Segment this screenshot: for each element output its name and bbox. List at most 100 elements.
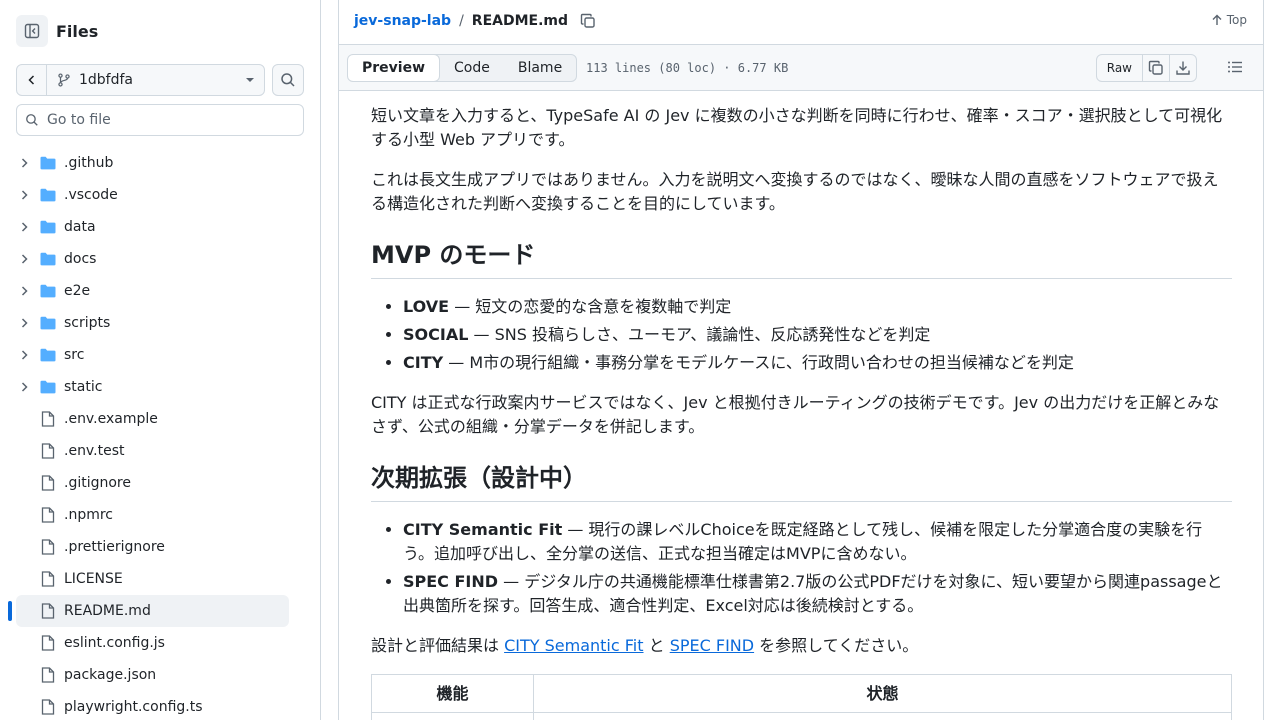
file-icon (40, 699, 56, 715)
breadcrumb-separator: / (459, 13, 464, 29)
chevron-right-icon[interactable] (16, 253, 32, 265)
folder-icon (40, 156, 56, 170)
sidebar-title: Files (56, 21, 99, 41)
tree-file[interactable]: .env.test (16, 435, 289, 467)
file-info: 113 lines (80 loc) · 6.77 KB (586, 61, 789, 75)
folder-icon (40, 252, 56, 266)
tree-file[interactable]: playwright.config.ts (16, 691, 289, 720)
tree-item-label: README.md (64, 603, 151, 619)
chevron-right-icon[interactable] (16, 285, 32, 297)
column-header-feature: 機能 (371, 674, 534, 713)
file-icon (40, 571, 56, 587)
tree-item-label: .gitignore (64, 475, 131, 491)
back-to-top-link[interactable]: Top (1211, 13, 1247, 27)
file-icon (40, 443, 56, 459)
tree-file[interactable]: .gitignore (16, 467, 289, 499)
download-icon (1176, 61, 1190, 75)
file-icon (40, 539, 56, 555)
modes-list: LOVE — 短文の恋愛的な含意を複数軸で判定 SOCIAL — SNS 投稿ら… (371, 295, 1232, 375)
go-to-file[interactable] (16, 104, 304, 136)
folder-icon (40, 348, 56, 362)
file-icon (40, 475, 56, 491)
top-label: Top (1226, 13, 1247, 27)
readme-content: 短い文章を入力すると、TypeSafe AI の Jev に複数の小さな判断を同… (371, 104, 1232, 720)
tree-item-label: e2e (64, 283, 91, 299)
list-item: LOVE — 短文の恋愛的な含意を複数軸で判定 (403, 295, 1232, 319)
file-icon (40, 507, 56, 523)
chevron-right-icon[interactable] (16, 317, 32, 329)
file-viewer: jev-snap-lab / README.md Top Preview Cod… (338, 0, 1264, 720)
tree-item-label: .env.test (64, 443, 125, 459)
tree-item-label: .npmrc (64, 507, 113, 523)
chevron-right-icon[interactable] (16, 221, 32, 233)
breadcrumb: jev-snap-lab / README.md (354, 11, 596, 31)
tree-folder[interactable]: .vscode (16, 179, 289, 211)
sidebar-collapse-icon (24, 23, 40, 39)
tree-item-label: .github (64, 155, 114, 171)
tree-file[interactable]: eslint.config.js (16, 627, 289, 659)
tree-folder[interactable]: .github (16, 147, 289, 179)
tree-item-label: scripts (64, 315, 111, 331)
file-actions: Raw (1095, 54, 1197, 82)
chevron-right-icon[interactable] (16, 349, 32, 361)
tree-item-label: eslint.config.js (64, 635, 165, 651)
list-item: CITY — M市の現行組織・事務分掌をモデルケースに、行政問い合わせの担当候補… (403, 351, 1232, 375)
tab-preview[interactable]: Preview (348, 55, 441, 81)
tree-folder[interactable]: static (16, 371, 289, 403)
tree-file-active[interactable]: README.md (8, 595, 289, 627)
back-button[interactable] (17, 65, 47, 95)
folder-icon (40, 284, 56, 298)
caret-down-icon (246, 78, 254, 82)
file-icon (40, 411, 56, 427)
branch-name[interactable]: 1dbfdfa (47, 72, 236, 88)
download-button[interactable] (1169, 55, 1196, 81)
outline-button[interactable] (1227, 59, 1243, 79)
tree-folder[interactable]: docs (16, 243, 289, 275)
breadcrumb-file: README.md (471, 13, 569, 29)
tree-folder[interactable]: e2e (16, 275, 289, 307)
intro-paragraph: 短い文章を入力すると、TypeSafe AI の Jev に複数の小さな判断を同… (371, 106, 1223, 149)
file-tree-sidebar: Files 1dbfdfa .github (0, 0, 321, 720)
city-note-paragraph: CITY は正式な行政案内サービスではなく、Jev と根拠付きルーティングの技術… (371, 393, 1220, 436)
tab-code[interactable]: Code (440, 55, 504, 81)
copy-icon (1148, 60, 1163, 75)
git-branch-icon (58, 73, 70, 87)
tree-folder[interactable]: scripts (16, 307, 289, 339)
view-mode-tabs: Preview Code Blame (347, 54, 578, 82)
spec-find-link[interactable]: SPEC FIND (670, 636, 754, 655)
tree-file[interactable]: .prettierignore (16, 531, 289, 563)
branch-selector[interactable]: 1dbfdfa (16, 64, 265, 96)
heading-mvp-modes: MVP のモード (371, 240, 1232, 279)
tree-file[interactable]: .npmrc (16, 499, 289, 531)
tree-item-label: src (64, 347, 85, 363)
tree-file[interactable]: .env.example (16, 403, 289, 435)
tree-folder[interactable]: data (16, 211, 289, 243)
arrow-up-icon (1212, 14, 1222, 25)
file-toolbar: Preview Code Blame 113 lines (80 loc) · … (339, 44, 1263, 91)
folder-icon (40, 380, 56, 394)
folder-icon (40, 188, 56, 202)
tree-file[interactable]: LICENSE (16, 563, 289, 595)
tree-file[interactable]: package.json (16, 659, 289, 691)
raw-button[interactable]: Raw (1097, 55, 1142, 81)
next-list: CITY Semantic Fit — 現行の課レベルChoiceを既定経路とし… (371, 518, 1232, 618)
breadcrumb-repo-link[interactable]: jev-snap-lab (354, 13, 451, 29)
file-tree: .github .vscode data docs e2e scripts sr… (8, 147, 289, 720)
copy-path-button[interactable] (580, 13, 596, 29)
chevron-right-icon[interactable] (16, 189, 32, 201)
tab-blame[interactable]: Blame (504, 55, 576, 81)
search-button[interactable] (272, 64, 304, 96)
chevron-right-icon[interactable] (16, 157, 32, 169)
table-header-row: 機能 状態 (371, 674, 1232, 713)
heading-next-expansion: 次期拡張（設計中） (371, 463, 1232, 502)
tree-folder[interactable]: src (16, 339, 289, 371)
folder-icon (40, 316, 56, 330)
copy-raw-button[interactable] (1142, 55, 1169, 81)
city-semantic-fit-link[interactable]: CITY Semantic Fit (504, 636, 643, 655)
list-item: CITY Semantic Fit — 現行の課レベルChoiceを既定経路とし… (403, 518, 1232, 566)
go-to-file-input[interactable] (47, 112, 287, 128)
tree-item-label: docs (64, 251, 97, 267)
chevron-right-icon[interactable] (16, 381, 32, 393)
branch-caret[interactable] (236, 75, 264, 85)
collapse-sidebar-button[interactable] (16, 15, 48, 47)
